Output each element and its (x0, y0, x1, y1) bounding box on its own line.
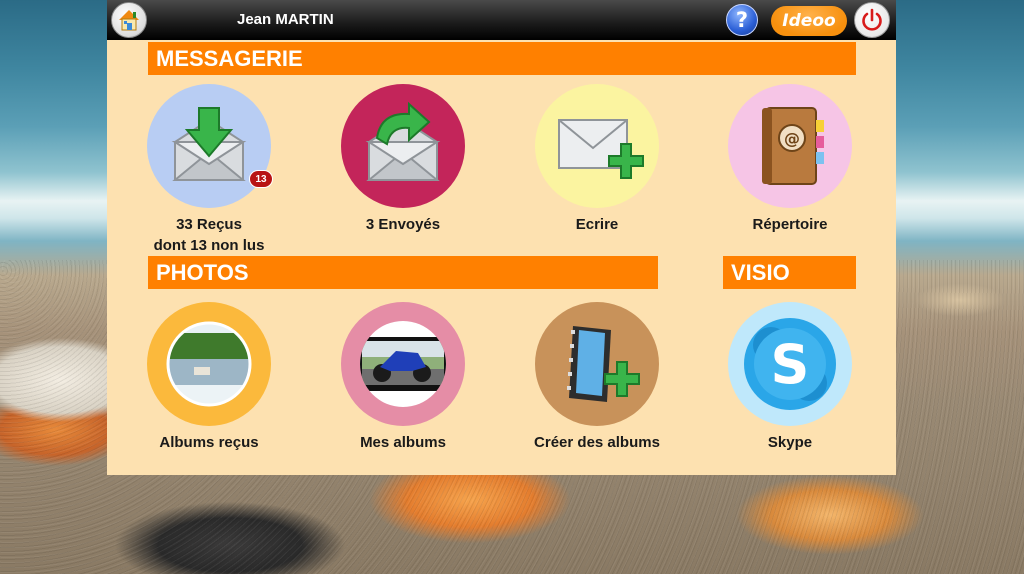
unread-badge: 13 (249, 170, 273, 188)
my-albums-circle (341, 302, 465, 426)
skype-circle: S (728, 302, 852, 426)
messagerie-header: MESSAGERIE (148, 42, 856, 75)
help-button[interactable]: ? (726, 4, 758, 36)
received-circle: 13 (147, 84, 273, 208)
brand-logo: Ideoo (771, 6, 847, 36)
landscape-photo-icon (166, 321, 252, 407)
received-albums-tile[interactable]: Albums reçus (139, 302, 279, 453)
skype-label: Skype (767, 434, 813, 451)
my-albums-tile[interactable]: Mes albums (333, 302, 473, 453)
write-message-tile[interactable]: Ecrire (527, 84, 667, 235)
brand-name: Ideoo (782, 11, 836, 31)
sent-messages-tile[interactable]: 3 Envoyés (333, 84, 473, 235)
received-albums-label: Albums reçus (159, 434, 259, 451)
user-name: Jean MARTIN (237, 11, 334, 28)
skype-tile[interactable]: S Skype (720, 302, 860, 453)
main-panel: MESSAGERIE 13 33 Reçus dont 13 non lus 3… (107, 40, 896, 475)
power-icon (862, 8, 882, 31)
skype-icon: S (744, 318, 836, 410)
film-add-icon (567, 326, 640, 402)
inbox-envelope-icon (171, 107, 247, 181)
home-button[interactable] (111, 2, 147, 38)
svg-text:S: S (771, 333, 810, 396)
svg-text:@: @ (784, 129, 800, 148)
address-book-label: Répertoire (752, 216, 828, 233)
create-albums-circle (535, 302, 659, 426)
sent-envelope-icon (365, 101, 441, 181)
create-albums-label: Créer des albums (534, 434, 660, 451)
power-button[interactable] (854, 2, 890, 38)
compose-envelope-icon (558, 119, 644, 179)
sent-label: 3 Envoyés (365, 216, 441, 233)
received-label: 33 Reçus dont 13 non lus (139, 214, 279, 256)
photos-header: PHOTOS (148, 256, 658, 289)
my-albums-label: Mes albums (360, 434, 446, 451)
top-bar: Jean MARTIN ? Ideoo (107, 0, 896, 40)
visio-header: VISIO (723, 256, 856, 289)
write-circle (535, 84, 659, 208)
address-book-icon: @ (762, 107, 824, 185)
sent-circle (341, 84, 465, 208)
address-book-tile[interactable]: @ Répertoire (720, 84, 860, 235)
write-label: Ecrire (575, 216, 619, 233)
motorbike-photo-icon (360, 321, 446, 407)
received-albums-circle (147, 302, 271, 426)
received-count: 33 Reçus (176, 216, 242, 233)
home-icon (119, 10, 139, 31)
create-albums-tile[interactable]: Créer des albums (527, 302, 667, 453)
address-book-circle: @ (728, 84, 852, 208)
help-icon: ? (735, 8, 749, 32)
unread-count: dont 13 non lus (153, 237, 265, 254)
received-messages-tile[interactable]: 13 33 Reçus dont 13 non lus (139, 84, 279, 256)
